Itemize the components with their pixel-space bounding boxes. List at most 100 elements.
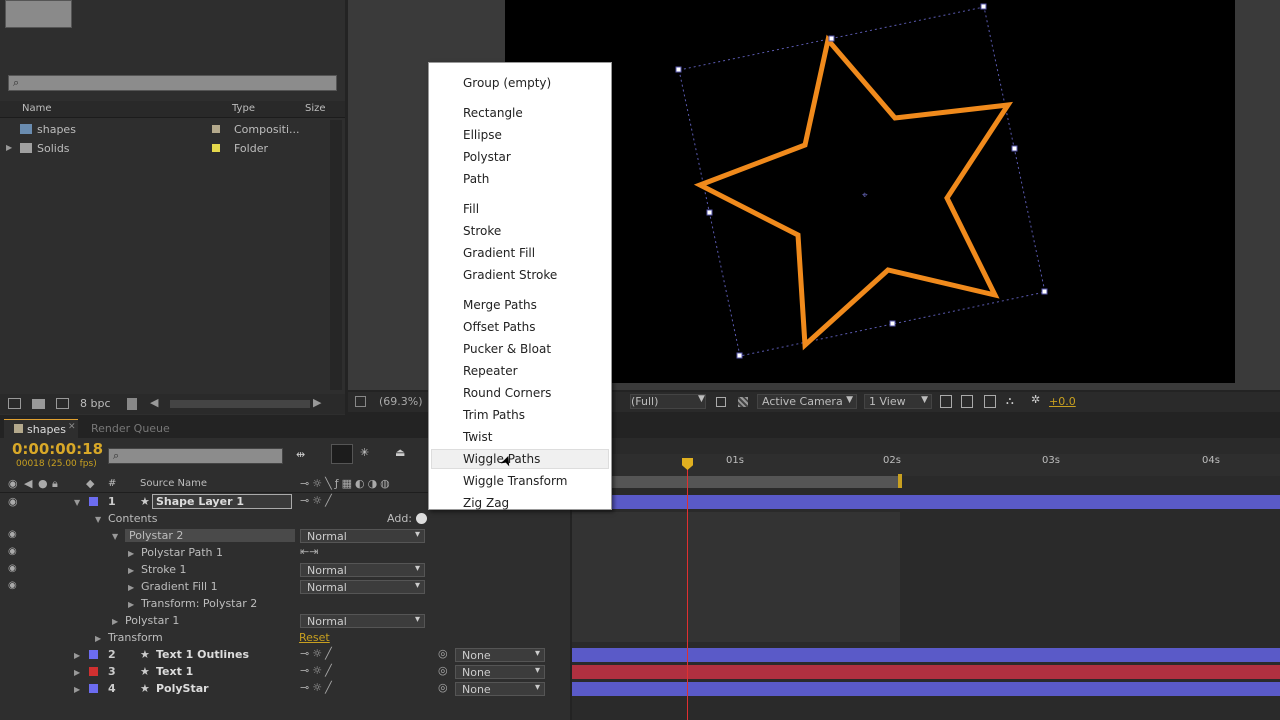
time-ruler[interactable]: 01s 02s 03s 04s bbox=[572, 454, 1280, 476]
path-operations-icon[interactable]: ⇤⇥ bbox=[300, 545, 318, 558]
menu-item-ellipse[interactable]: Ellipse bbox=[463, 128, 502, 142]
layer-row[interactable]: ▼ Contents Add: bbox=[0, 511, 570, 528]
menu-item-wiggle-transform[interactable]: Wiggle Transform bbox=[463, 474, 567, 488]
property-name[interactable]: Stroke 1 bbox=[141, 563, 187, 576]
bpc-button[interactable]: 8 bpc bbox=[80, 397, 111, 410]
menu-item-round-corners[interactable]: Round Corners bbox=[463, 386, 551, 400]
toggle-pixel-aspect-icon[interactable] bbox=[940, 395, 952, 408]
menu-item-trim-paths[interactable]: Trim Paths bbox=[463, 408, 525, 422]
property-name[interactable]: Polystar Path 1 bbox=[141, 546, 223, 559]
parent-dropdown[interactable]: None bbox=[455, 648, 545, 662]
layer-switches[interactable]: ⊸☼╱ bbox=[300, 494, 335, 507]
work-area-bar[interactable] bbox=[572, 476, 900, 488]
eye-icon[interactable]: ◉ bbox=[8, 529, 17, 540]
label-color[interactable] bbox=[89, 667, 98, 676]
interpret-footage-icon[interactable] bbox=[8, 398, 21, 409]
tab-render-queue[interactable]: Render Queue bbox=[91, 422, 170, 435]
menu-item-gradient-stroke[interactable]: Gradient Stroke bbox=[463, 268, 557, 282]
menu-item-fill[interactable]: Fill bbox=[463, 202, 479, 216]
layer-row[interactable]: ▶ Transform: Polystar 2 bbox=[0, 596, 570, 613]
menu-item-group-empty[interactable]: Group (empty) bbox=[463, 76, 551, 90]
resolution-dropdown[interactable]: (Full) bbox=[630, 394, 706, 409]
layer-row[interactable]: ▶ 2 ★ Text 1 Outlines ⊸☼╱ ◎ None bbox=[0, 647, 570, 664]
expand-arrow-icon[interactable]: ▶ bbox=[6, 143, 12, 152]
work-area-end-handle[interactable] bbox=[898, 474, 902, 488]
scroll-right-icon[interactable]: ▶ bbox=[313, 396, 321, 409]
layer-row[interactable]: ▶ Transform Reset bbox=[0, 630, 570, 647]
exposure-value[interactable]: +0.0 bbox=[1049, 395, 1076, 408]
reset-link[interactable]: Reset bbox=[299, 631, 330, 644]
expand-arrow-icon[interactable]: ▶ bbox=[128, 549, 134, 558]
menu-item-pucker-bloat[interactable]: Pucker & Bloat bbox=[463, 342, 551, 356]
view-layout-dropdown[interactable]: 1 View ▼ bbox=[864, 394, 932, 409]
layer-row[interactable]: ◉ ▶ Gradient Fill 1 Normal bbox=[0, 579, 570, 596]
zoom-dropdown[interactable]: (69.3%) bbox=[379, 395, 423, 408]
menu-item-stroke[interactable]: Stroke bbox=[463, 224, 501, 238]
expand-arrow-icon[interactable]: ▶ bbox=[128, 566, 134, 575]
label-color[interactable] bbox=[89, 650, 98, 659]
layer-name[interactable]: Text 1 Outlines bbox=[156, 648, 249, 661]
current-timecode[interactable]: 0:00:00:18 bbox=[12, 440, 103, 458]
tab-shapes[interactable]: shapes ✕ bbox=[4, 419, 78, 438]
expand-arrow-icon[interactable]: ▶ bbox=[112, 617, 118, 626]
layer-name-input[interactable]: Shape Layer 1 bbox=[152, 494, 292, 509]
layer-row[interactable]: ◉ ▼ Polystar 2 Normal bbox=[0, 528, 570, 545]
layer-row[interactable]: ◉ ▶ Stroke 1 Normal bbox=[0, 562, 570, 579]
pick-whip-icon[interactable]: ◎ bbox=[438, 647, 448, 660]
project-item[interactable]: shapes Compositi... bbox=[0, 121, 330, 138]
menu-item-polystar[interactable]: Polystar bbox=[463, 150, 511, 164]
property-name[interactable]: Transform bbox=[108, 631, 163, 644]
layer-bar[interactable] bbox=[572, 648, 1280, 662]
expand-arrow-icon[interactable]: ▶ bbox=[74, 651, 80, 660]
blend-mode-dropdown[interactable]: Normal bbox=[300, 614, 425, 628]
flowchart-icon[interactable]: ⛬ bbox=[1006, 394, 1014, 408]
layer-switches[interactable]: ⊸☼╱ bbox=[300, 681, 335, 694]
new-composition-icon[interactable] bbox=[56, 398, 69, 409]
expand-arrow-icon[interactable]: ▼ bbox=[74, 498, 80, 507]
blend-mode-dropdown[interactable]: Normal bbox=[300, 563, 425, 577]
draft-3d-icon[interactable] bbox=[331, 444, 353, 464]
layer-name[interactable]: Text 1 bbox=[156, 665, 193, 678]
new-folder-icon[interactable] bbox=[32, 399, 45, 409]
fast-previews-icon[interactable] bbox=[961, 395, 973, 408]
pick-whip-icon[interactable]: ◎ bbox=[438, 681, 448, 694]
menu-item-repeater[interactable]: Repeater bbox=[463, 364, 518, 378]
project-scrollbar[interactable] bbox=[330, 120, 342, 390]
blend-mode-dropdown[interactable]: Normal bbox=[300, 580, 425, 594]
layer-row[interactable]: ▶ 4 ★ PolyStar ⊸☼╱ ◎ None bbox=[0, 681, 570, 698]
menu-item-twist[interactable]: Twist bbox=[463, 430, 492, 444]
layer-name[interactable]: PolyStar bbox=[156, 682, 209, 695]
camera-dropdown[interactable]: Active Camera ▼ bbox=[757, 394, 857, 409]
eye-icon[interactable]: ◉ bbox=[8, 563, 17, 574]
parent-dropdown[interactable]: None bbox=[455, 682, 545, 696]
expand-arrow-icon[interactable]: ▶ bbox=[95, 634, 101, 643]
label-color[interactable] bbox=[89, 684, 98, 693]
anchor-point-icon[interactable]: ⌖ bbox=[862, 190, 868, 201]
eye-icon[interactable]: ◉ bbox=[8, 546, 17, 557]
scroll-left-icon[interactable]: ◀ bbox=[150, 396, 158, 409]
expand-arrow-icon[interactable]: ▼ bbox=[112, 532, 118, 541]
parent-dropdown[interactable]: None bbox=[455, 665, 545, 679]
menu-item-gradient-fill[interactable]: Gradient Fill bbox=[463, 246, 535, 260]
property-name[interactable]: Transform: Polystar 2 bbox=[141, 597, 257, 610]
menu-item-offset-paths[interactable]: Offset Paths bbox=[463, 320, 535, 334]
fast-preview-icon[interactable] bbox=[716, 397, 726, 407]
col-type[interactable]: Type bbox=[232, 103, 255, 114]
star-shape[interactable]: ⌖ bbox=[505, 0, 1235, 383]
blend-mode-dropdown[interactable]: Normal bbox=[300, 529, 425, 543]
pick-whip-icon[interactable]: ◎ bbox=[438, 664, 448, 677]
layer-switches[interactable]: ⊸☼╱ bbox=[300, 647, 335, 660]
reset-exposure-icon[interactable]: ✲ bbox=[1031, 393, 1040, 406]
frame-blending-icon[interactable]: ⏏ bbox=[395, 446, 405, 459]
project-item[interactable]: ▶ Solids Folder bbox=[0, 140, 330, 157]
playhead-line[interactable] bbox=[687, 458, 688, 720]
layer-row[interactable]: ▶ 3 ★ Text 1 ⊸☼╱ ◎ None bbox=[0, 664, 570, 681]
layer-bar[interactable] bbox=[572, 682, 1280, 696]
menu-item-rectangle[interactable]: Rectangle bbox=[463, 106, 523, 120]
timeline-icon[interactable] bbox=[984, 395, 996, 408]
project-search-input[interactable]: ⌕ bbox=[8, 75, 337, 91]
region-icon[interactable] bbox=[355, 396, 366, 407]
hide-shy-layers-icon[interactable]: ✳ bbox=[360, 446, 369, 459]
menu-item-path[interactable]: Path bbox=[463, 172, 489, 186]
col-name[interactable]: Name bbox=[22, 103, 52, 114]
